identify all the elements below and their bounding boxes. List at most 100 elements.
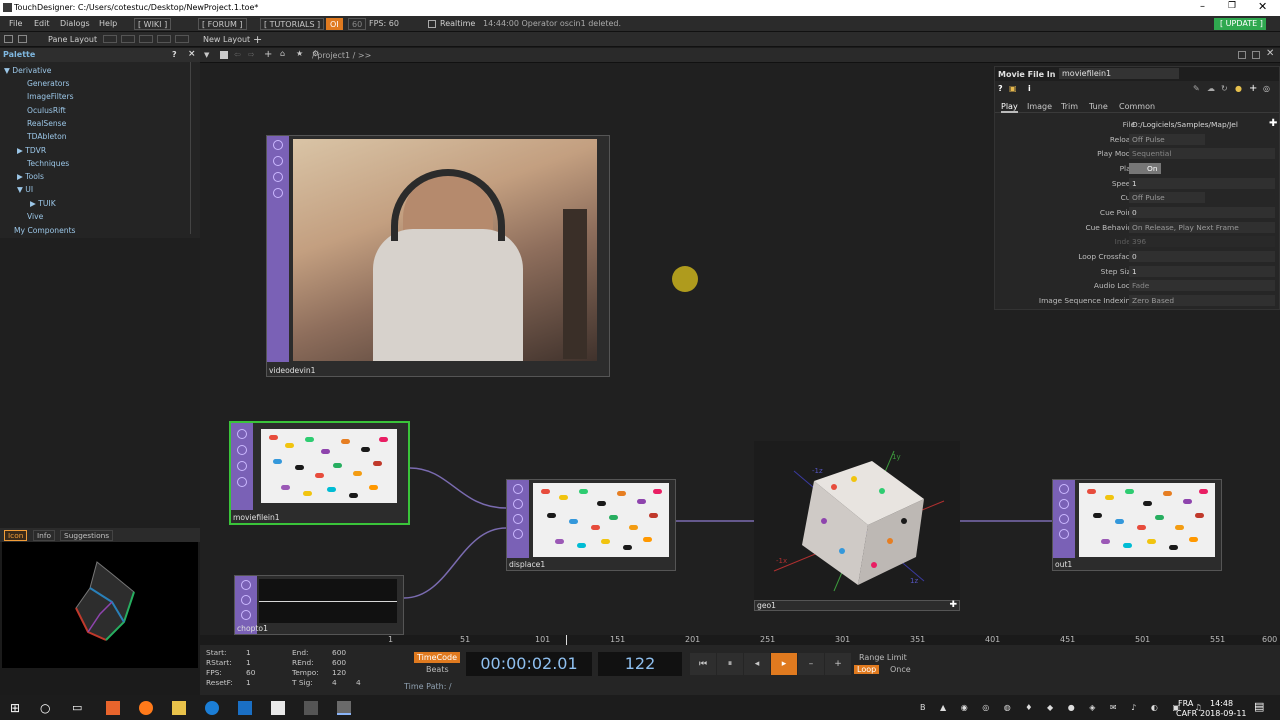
bypass-icon[interactable] [1059,484,1069,494]
rewind-button[interactable]: ⏮ [690,653,716,675]
tree-item-techniques[interactable]: Techniques [27,159,69,168]
bookmark-icon[interactable]: ★ [296,49,303,58]
op-name-field[interactable]: moviefilein1 [1059,68,1179,79]
param-tab-image[interactable]: Image [1027,102,1052,111]
clock-date[interactable]: 2018-09-11 [1200,709,1247,718]
param-value[interactable]: Sequential [1129,148,1275,159]
tab-icon[interactable]: Icon [4,530,28,541]
bypass-icon[interactable] [513,484,523,494]
menu-dialogs[interactable]: Dialogs [60,19,90,28]
tree-item-derivative[interactable]: ▼ Derivative [4,66,51,75]
menu-file[interactable]: File [9,19,22,28]
tutorials-button[interactable]: [ TUTORIALS ] [260,18,325,30]
tree-item-tuik[interactable]: ▶ TUIK [30,199,56,208]
node-geo1[interactable]: 1y 1z -1x -1z geo1 ✚ [754,441,960,611]
viewer-icon[interactable] [273,172,283,182]
tree-item-generators[interactable]: Generators [27,79,70,88]
layout-3-icon[interactable] [139,35,153,43]
param-value[interactable]: Fade [1129,280,1275,291]
document-icon[interactable] [271,701,285,715]
start-value[interactable]: 1 [246,648,251,657]
lock-icon[interactable] [237,445,247,455]
viewer-icon[interactable] [241,610,251,620]
clock-time[interactable]: 14:48 [1210,699,1233,708]
oi-button[interactable]: OI [326,18,343,30]
pane-min-icon[interactable] [1238,51,1246,59]
tempo-value[interactable]: 120 [332,668,346,677]
tree-item-imagefilters[interactable]: ImageFilters [27,92,74,101]
tree-item-vive[interactable]: Vive [27,212,43,221]
expand-icon[interactable]: ▶ [17,172,23,181]
keyboard-layout-label[interactable]: CAFR [1176,709,1197,718]
tree-item-tools[interactable]: ▶ Tools [17,172,44,181]
pane-close-icon[interactable]: ✕ [1266,48,1274,59]
step-plus-button[interactable]: + [825,653,851,675]
touchdesigner-icon[interactable] [337,701,351,715]
add-icon[interactable]: + [264,49,272,60]
timecode-display[interactable]: 00:00:02.01 [466,652,592,676]
param-tab-tune[interactable]: Tune [1089,102,1108,111]
param-value[interactable]: Off Pulse [1129,134,1205,145]
lock-icon[interactable] [241,595,251,605]
playhead[interactable] [566,635,567,645]
pane-max-icon[interactable] [1252,51,1260,59]
globe-icon[interactable]: ● [1235,84,1242,93]
node-chopto1[interactable]: chopto1 [234,575,404,635]
node-displace1[interactable]: displace1 [506,479,676,571]
node-moviefilein1[interactable]: moviefilein1 [229,421,410,525]
display-icon[interactable] [237,477,247,487]
notification-icon[interactable]: ▤ [1254,700,1264,713]
display-icon[interactable] [273,188,283,198]
back-icon[interactable]: ⇦ [234,50,241,59]
pane-split-icon[interactable] [18,35,27,43]
pause-button[interactable]: ⏸ [717,653,743,675]
tab-info[interactable]: Info [33,530,55,541]
file-explorer-icon[interactable] [172,701,186,715]
wiki-button[interactable]: [ WIKI ] [134,18,172,30]
tsig-a-value[interactable]: 4 [332,678,337,687]
param-info-icon[interactable]: i [1028,84,1031,93]
maximize-icon[interactable]: ❐ [1228,1,1236,11]
windows-start-icon[interactable]: ⊞ [10,701,24,715]
bypass-icon[interactable] [241,580,251,590]
expand-icon[interactable]: ▼ [17,185,23,194]
palette-scrollbar[interactable] [190,62,198,234]
once-button[interactable]: Once [890,665,911,674]
param-value[interactable]: Zero Based [1129,295,1275,306]
app-orange-icon[interactable] [106,701,120,715]
menu-help[interactable]: Help [99,19,117,28]
system-tray-icons[interactable]: B ▲ ◉ ◎ ◍ ♦ ◆ ● ◈ ✉ ♪ ◐ ▣ ♫ [920,703,1208,712]
sixty-button[interactable]: 60 [348,18,367,30]
step-back-button[interactable]: ◂ [744,653,770,675]
param-value[interactable]: 1 [1129,266,1275,277]
palette-help-icon[interactable]: ? [172,50,177,59]
tree-item-realsense[interactable]: RealSense [27,119,66,128]
tree-item-tdableton[interactable]: TDAbleton [27,132,67,141]
bypass-icon[interactable] [237,429,247,439]
play-button[interactable]: ▸ [771,653,797,675]
param-value[interactable]: 0 [1129,251,1275,262]
app-gray-icon[interactable] [304,701,318,715]
briefcase-icon[interactable]: ▣ [1009,84,1017,93]
param-value[interactable]: Off Pulse [1129,192,1205,203]
rstart-value[interactable]: 1 [246,658,251,667]
tree-item-ui[interactable]: ▼ UI [17,185,33,194]
param-value[interactable]: 0 [1129,207,1275,218]
update-button[interactable]: [ UPDATE ] [1214,18,1266,30]
param-value[interactable]: On Release, Play Next Frame [1129,222,1275,233]
expand-icon[interactable]: ▶ [17,146,23,155]
expand-icon[interactable]: ▼ [4,66,10,75]
stop-icon[interactable] [220,51,228,59]
frame-display[interactable]: 122 [598,652,682,676]
timecode-button[interactable]: TimeCode [414,652,461,663]
viewer-icon[interactable] [237,461,247,471]
rend-value[interactable]: 600 [332,658,346,667]
outlook-icon[interactable] [238,701,252,715]
node-out1[interactable]: out1 [1052,479,1222,571]
palette-close-icon[interactable]: × [188,49,196,59]
layout-4-icon[interactable] [157,35,171,43]
param-help-icon[interactable]: ? [998,84,1003,93]
layout-1-icon[interactable] [103,35,117,43]
fps-value[interactable]: 60 [246,668,255,677]
geo-add-icon[interactable]: ✚ [949,600,957,610]
